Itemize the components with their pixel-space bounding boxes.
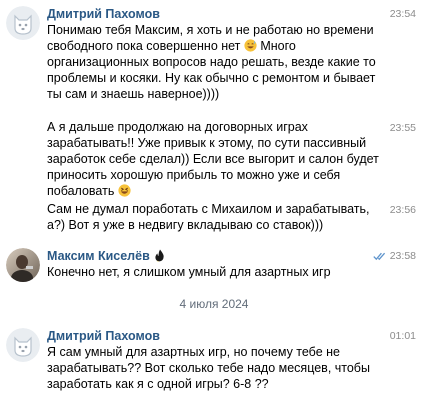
message-text: Конечно нет, я слишком умный для азартны…	[47, 264, 389, 280]
dog-avatar-icon	[6, 328, 40, 362]
message-text-part: Конечно нет, я слишком умный для азартны…	[47, 265, 331, 279]
message-time-status[interactable]: 23:58	[373, 249, 416, 263]
photo-avatar-icon	[6, 248, 40, 282]
message-time: 23:58	[389, 250, 416, 262]
message-time[interactable]: 23:55	[390, 121, 416, 135]
author-name[interactable]: Максим Киселёв	[47, 248, 165, 264]
avatar-dmitry[interactable]	[6, 6, 40, 40]
message-text: А я дальше продолжаю на договорных играх…	[47, 119, 389, 199]
avatar-maxim[interactable]	[6, 248, 40, 282]
message-text-part: Понимаю тебя Максим, я хоть и не работаю…	[47, 23, 378, 53]
author-name[interactable]: Дмитрий Пахомов	[47, 6, 160, 22]
message-text-part: А я дальше продолжаю на договорных играх…	[47, 120, 383, 198]
black-flame-icon	[155, 249, 164, 262]
grinning-squint-emoji-icon	[118, 184, 131, 197]
message-text-part: Сам не думал поработать с Михаилом и зар…	[47, 202, 373, 232]
message-time[interactable]: 23:54	[390, 7, 416, 21]
double-check-icon	[373, 252, 385, 260]
dog-avatar-icon	[6, 6, 40, 40]
author-name[interactable]: Дмитрий Пахомов	[47, 328, 160, 344]
message-text: Понимаю тебя Максим, я хоть и не работаю…	[47, 22, 389, 102]
author-name-text: Максим Киселёв	[47, 249, 150, 263]
message-time[interactable]: 01:01	[390, 329, 416, 343]
message-text: Я сам умный для азартных игр, но почему …	[47, 344, 389, 392]
grinning-sweat-emoji-icon	[244, 39, 257, 52]
chat-history: Дмитрий Пахомов 23:54 Понимаю тебя Макси…	[0, 0, 428, 403]
message-text-part: Я сам умный для азартных игр, но почему …	[47, 345, 374, 391]
avatar-dmitry[interactable]	[6, 328, 40, 362]
message-time[interactable]: 23:56	[390, 203, 416, 217]
message-text: Сам не думал поработать с Михаилом и зар…	[47, 201, 389, 233]
date-separator: 4 июля 2024	[179, 297, 249, 311]
